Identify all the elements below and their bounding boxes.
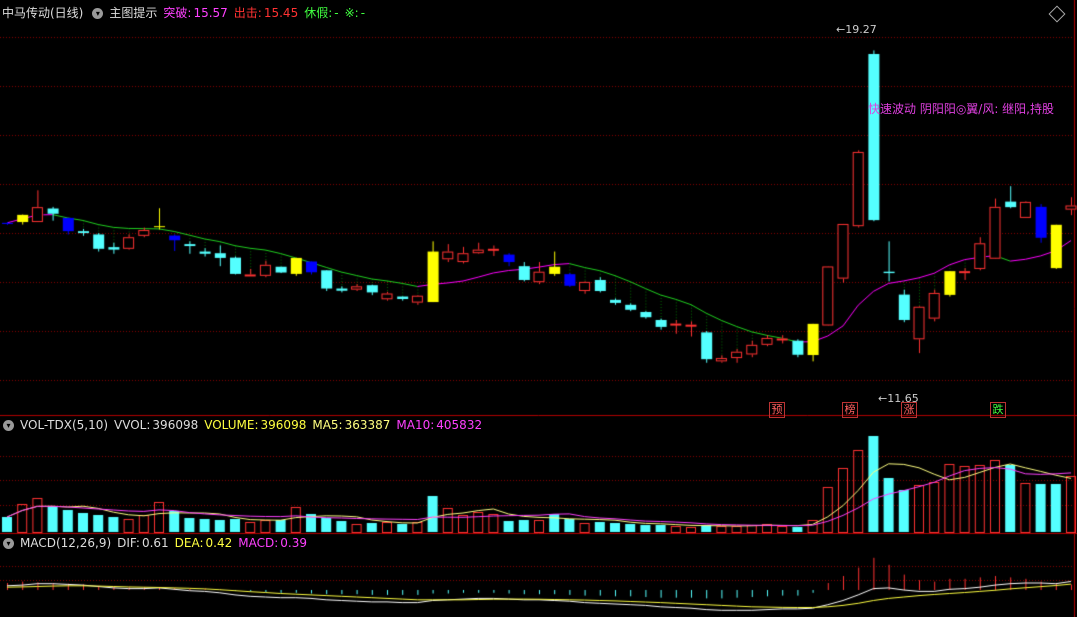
main-chart-header: 中马传动(日线) ▾ 主图提示 突破: 15.57 出击: 15.45 休假: … bbox=[2, 5, 371, 21]
dea-label: DEA: bbox=[174, 536, 204, 550]
stock-chart-canvas[interactable] bbox=[0, 0, 1077, 617]
macd-indicator-name[interactable]: MACD(12,26,9) bbox=[20, 535, 111, 551]
dropdown-icon[interactable]: ▾ bbox=[3, 419, 14, 431]
dif-label: DIF: bbox=[117, 536, 140, 550]
ma5-value: 363387 bbox=[344, 418, 391, 432]
star-value: - bbox=[360, 6, 366, 20]
breakout-value: 15.57 bbox=[193, 6, 228, 20]
signal-fall[interactable]: 跌 bbox=[990, 402, 1006, 418]
signal-note: 快速波动 阴阳阳◎翼/风: 继阳,持股 bbox=[868, 102, 1055, 116]
macd-label: MACD: bbox=[238, 536, 279, 550]
breakout-label: 突破: bbox=[163, 6, 192, 20]
rest-label: 休假: bbox=[304, 6, 333, 20]
signal-pre[interactable]: 预 bbox=[769, 402, 785, 418]
vol-indicator-name[interactable]: VOL-TDX(5,10) bbox=[20, 417, 108, 433]
dropdown-icon[interactable]: ▾ bbox=[3, 537, 14, 549]
exit-label: 出击: bbox=[233, 6, 262, 20]
volume-header: ▾ VOL-TDX(5,10) VVOL: 396098 VOLUME: 396… bbox=[0, 417, 488, 433]
dea-value: 0.42 bbox=[205, 536, 233, 550]
vvol-label: VVOL: bbox=[114, 418, 151, 432]
stock-name[interactable]: 中马传动(日线) bbox=[2, 5, 83, 21]
indicator-name[interactable]: 主图提示 bbox=[109, 5, 157, 21]
macd-value: 0.39 bbox=[280, 536, 307, 550]
ma10-label: MA10: bbox=[396, 418, 435, 432]
signal-list[interactable]: 榜 bbox=[842, 402, 858, 418]
volume-value: 396098 bbox=[260, 418, 307, 432]
dropdown-icon[interactable]: ▾ bbox=[92, 7, 104, 19]
signal-rise[interactable]: 涨 bbox=[901, 402, 917, 418]
dif-value: 0.61 bbox=[141, 536, 169, 550]
vvol-value: 396098 bbox=[152, 418, 199, 432]
volume-label: VOLUME: bbox=[204, 418, 259, 432]
high-price-marker: ←19.27 bbox=[836, 23, 877, 36]
star-label: ※: bbox=[344, 6, 359, 20]
rest-value: - bbox=[334, 6, 339, 20]
ma5-label: MA5: bbox=[312, 418, 343, 432]
ma10-value: 405832 bbox=[436, 418, 483, 432]
exit-value: 15.45 bbox=[263, 6, 299, 20]
macd-header: ▾ MACD(12,26,9) DIF: 0.61 DEA: 0.42 MACD… bbox=[0, 535, 313, 551]
high-price-label: 19.27 bbox=[845, 23, 877, 36]
